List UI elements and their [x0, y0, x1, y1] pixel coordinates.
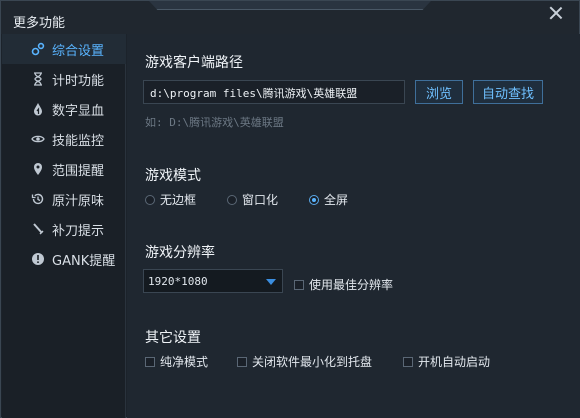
window-title: 更多功能 [13, 16, 66, 31]
sidebar-item-label: 综合设置 [52, 43, 105, 59]
radio-button[interactable] [145, 194, 155, 205]
resolution-title: 游戏分辨率 [145, 245, 215, 261]
checkbox-label: 开机自动启动 [418, 355, 491, 369]
history-icon [30, 191, 46, 207]
sidebar-item-skill-monitor[interactable]: 技能监控 [2, 124, 126, 154]
radio-label: 全屏 [324, 193, 349, 207]
other-settings-title: 其它设置 [145, 330, 201, 346]
radio-button[interactable] [227, 194, 237, 205]
client-path-title: 游戏客户端路径 [145, 55, 243, 71]
checkbox-box[interactable] [237, 356, 247, 367]
radio-label: 窗口化 [242, 193, 279, 207]
client-path-input[interactable]: d:\program files\腾讯游戏\英雄联盟 [143, 80, 405, 104]
checkbox-box[interactable] [294, 279, 304, 290]
more-features-window: 更多功能 综合设置 计时功能 数字显血 技能监控 范围提醒 原汁原味 补刀提示 … [0, 0, 580, 418]
eye-icon [30, 131, 46, 147]
sidebar-item-label: 数字显血 [52, 103, 105, 119]
alert-icon [30, 251, 46, 267]
sidebar-item-timer[interactable]: 计时功能 [2, 64, 126, 94]
radio-windowed[interactable]: 窗口化 [227, 191, 278, 208]
radio-button-selected[interactable] [309, 194, 319, 205]
auto-find-button[interactable]: 自动查找 [473, 80, 543, 104]
sidebar-item-health-numbers[interactable]: 数字显血 [2, 94, 126, 124]
sidebar-item-last-hit[interactable]: 补刀提示 [2, 214, 126, 244]
browse-button[interactable]: 浏览 [415, 80, 463, 104]
sidebar-item-label: GANK提醒 [52, 253, 116, 269]
title-bar[interactable]: 更多功能 [1, 1, 579, 34]
checkbox-label: 纯净模式 [160, 355, 209, 369]
sidebar-item-range-alert[interactable]: 范围提醒 [2, 154, 126, 184]
checkbox-label: 关闭软件最小化到托盘 [252, 355, 373, 369]
radio-fullscreen[interactable]: 全屏 [309, 191, 348, 208]
sword-icon [30, 221, 46, 237]
gears-icon [30, 41, 46, 57]
checkbox-label: 使用最佳分辨率 [309, 278, 394, 292]
radio-borderless[interactable]: 无边框 [145, 191, 196, 208]
sidebar-item-label: 原汁原味 [52, 193, 105, 209]
hourglass-icon [30, 71, 46, 87]
sidebar-item-original-flavor[interactable]: 原汁原味 [2, 184, 126, 214]
location-pin-icon [30, 161, 46, 177]
game-mode-title: 游戏模式 [145, 168, 201, 184]
checkbox-box[interactable] [145, 356, 155, 367]
radio-label: 无边框 [160, 193, 197, 207]
blood-drop-icon [30, 101, 46, 117]
sidebar-item-label: 技能监控 [52, 133, 105, 149]
close-icon[interactable] [547, 4, 565, 22]
clean-mode-checkbox[interactable]: 纯净模式 [145, 353, 208, 370]
sidebar-item-label: 范围提醒 [52, 163, 105, 179]
autostart-checkbox[interactable]: 开机自动启动 [403, 353, 490, 370]
resolution-value: 1920*1080 [148, 275, 208, 288]
checkbox-box[interactable] [403, 356, 413, 367]
title-tab-decoration [149, 1, 431, 10]
sidebar-item-label: 计时功能 [52, 73, 105, 89]
sidebar-item-label: 补刀提示 [52, 223, 105, 239]
sidebar: 综合设置 计时功能 数字显血 技能监控 范围提醒 原汁原味 补刀提示 GANK提… [2, 34, 126, 418]
chevron-down-icon[interactable] [266, 279, 276, 285]
client-path-hint: 如: D:\腾讯游戏\英雄联盟 [145, 116, 284, 129]
resolution-select[interactable]: 1920*1080 [143, 269, 283, 293]
settings-panel: 游戏客户端路径 d:\program files\腾讯游戏\英雄联盟 浏览 自动… [127, 34, 580, 418]
best-resolution-checkbox[interactable]: 使用最佳分辨率 [294, 276, 393, 293]
sidebar-item-general-settings[interactable]: 综合设置 [2, 34, 126, 64]
minimize-to-tray-checkbox[interactable]: 关闭软件最小化到托盘 [237, 353, 372, 370]
sidebar-item-gank-alert[interactable]: GANK提醒 [2, 244, 126, 274]
